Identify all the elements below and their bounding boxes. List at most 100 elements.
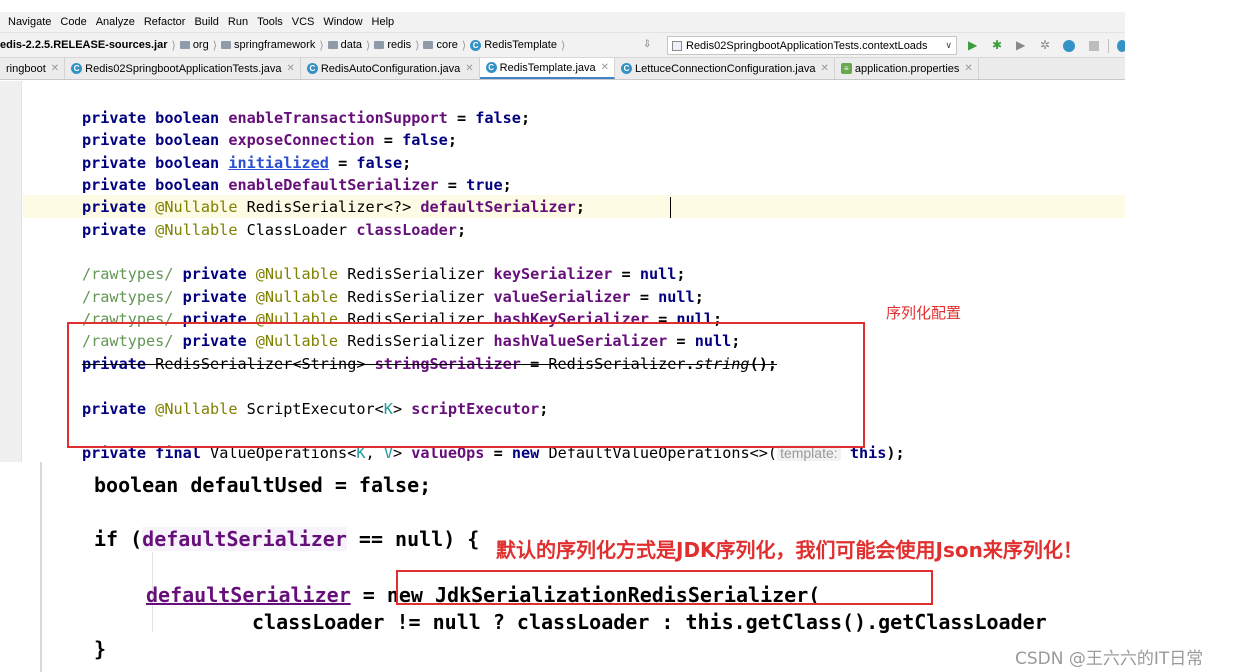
breadcrumb-label: redis	[387, 39, 412, 51]
keyword: private	[82, 109, 147, 127]
menu-vcs[interactable]: VCS	[292, 16, 315, 28]
breadcrumb-springframework[interactable]: springframework	[221, 39, 315, 51]
tab-label: Redis02SpringbootApplicationTests.java	[85, 62, 282, 75]
breadcrumb-label: RedisTemplate	[484, 39, 557, 51]
keyword: private	[82, 176, 147, 194]
field-name: classLoader	[356, 221, 457, 239]
highlight-box-serializers	[67, 322, 865, 448]
keyword-if: if (	[94, 527, 143, 551]
field-name-link[interactable]: initialized	[228, 154, 329, 172]
field-name: valueSerializer	[493, 288, 631, 306]
attach-debugger-icon[interactable]	[1063, 40, 1075, 52]
menu-run[interactable]: Run	[228, 16, 248, 28]
close-icon[interactable]: ✕	[964, 63, 972, 74]
tab-redis-template[interactable]: C RedisTemplate.java ✕	[479, 58, 616, 79]
stop-icon[interactable]	[1089, 41, 1099, 51]
breadcrumb-label: core	[436, 39, 458, 51]
field-name: defaultSerializer	[146, 583, 351, 607]
annotation-serialization-config: 序列化配置	[886, 304, 962, 322]
navigation-bar: edis-2.2.5.RELEASE-sources.jar ⟩ org ⟩ s…	[0, 32, 1125, 58]
type-name: RedisSerializer<?>	[246, 198, 412, 216]
tab-lettuce-connection-configuration[interactable]: C LettuceConnectionConfiguration.java ✕	[615, 58, 835, 79]
folder-icon	[327, 41, 338, 49]
keyword: boolean	[155, 176, 220, 194]
keyword: boolean	[155, 131, 220, 149]
code-line: private boolean enableTransactionSupport…	[82, 109, 531, 127]
close-icon[interactable]: ✕	[601, 62, 609, 73]
annotation: @Nullable	[155, 198, 238, 216]
breadcrumb-jar[interactable]: edis-2.2.5.RELEASE-sources.jar	[0, 39, 168, 51]
run-with-coverage-icon[interactable]: ▶	[1016, 38, 1025, 52]
tab-redis02-tests[interactable]: C Redis02SpringbootApplicationTests.java ✕	[65, 58, 301, 79]
sort-icon[interactable]: ⇩	[643, 39, 651, 50]
breadcrumb-data[interactable]: data	[327, 39, 362, 51]
search-everywhere-icon[interactable]	[1117, 40, 1125, 52]
menu-code[interactable]: Code	[60, 16, 86, 28]
code-line: private boolean enableDefaultSerializer …	[82, 176, 512, 194]
java-class-icon: C	[621, 63, 633, 74]
menu-tools[interactable]: Tools	[257, 16, 283, 28]
keyword: private	[182, 265, 247, 283]
keyword: private	[82, 198, 147, 216]
breadcrumb-separator: ⟩	[171, 39, 176, 52]
breadcrumb-separator: ⟩	[319, 39, 324, 52]
snippet-line: }	[94, 637, 107, 661]
field-name: defaultSerializer	[142, 527, 347, 551]
annotation: @Nullable	[255, 265, 339, 283]
tab-label: LettuceConnectionConfiguration.java	[635, 62, 816, 75]
tab-label: RedisAutoConfiguration.java	[320, 62, 461, 75]
code-line: /rawtypes/ private @Nullable RedisSerial…	[82, 288, 704, 306]
annotation-default-jdk-serialization: 默认的序列化方式是JDK序列化，我们可能会使用Json来序列化！	[496, 538, 1083, 562]
tab-springboot[interactable]: ringboot ✕	[0, 58, 66, 79]
breadcrumb-core[interactable]: core	[423, 39, 458, 51]
editor-gutter	[0, 81, 22, 462]
code-line: /rawtypes/ private @Nullable RedisSerial…	[82, 265, 686, 283]
field-name: keySerializer	[493, 265, 613, 283]
breadcrumb-label: springframework	[234, 39, 316, 51]
close-icon[interactable]: ✕	[820, 63, 828, 74]
snippet-line: if (defaultSerializer == null) {	[94, 526, 479, 552]
folder-icon	[221, 41, 232, 49]
ide-window: Navigate Code Analyze Refactor Build Run…	[0, 0, 1125, 462]
menu-analyze[interactable]: Analyze	[96, 16, 135, 28]
code-line: private @Nullable ClassLoader classLoade…	[82, 221, 467, 239]
run-configuration-select[interactable]: Redis02SpringbootApplicationTests.contex…	[667, 36, 957, 55]
watermark: CSDN @王六六的IT日常	[1015, 649, 1204, 669]
close-icon[interactable]: ✕	[51, 63, 59, 74]
breadcrumb-label: org	[192, 39, 209, 51]
keyword: false	[356, 154, 403, 172]
tab-application-properties[interactable]: ≡ application.properties ✕	[835, 58, 979, 79]
editor-tabs: ringboot ✕ C Redis02SpringbootApplicationT…	[0, 58, 1125, 80]
debug-icon[interactable]: ✱	[992, 38, 1002, 52]
comment: /rawtypes/	[82, 288, 174, 306]
field-name: defaultSerializer	[420, 198, 576, 216]
java-class-icon: C	[485, 62, 497, 73]
type-name: RedisSerializer	[347, 265, 485, 283]
tab-label: application.properties	[854, 62, 960, 75]
test-config-icon	[672, 40, 682, 51]
profile-icon[interactable]: ✲	[1040, 38, 1050, 52]
menu-window[interactable]: Window	[323, 16, 362, 28]
close-icon[interactable]: ✕	[465, 63, 473, 74]
run-configuration-label: Redis02SpringbootApplicationTests.contex…	[686, 39, 928, 52]
tab-redis-auto-configuration[interactable]: C RedisAutoConfiguration.java ✕	[301, 58, 480, 79]
close-icon[interactable]: ✕	[286, 63, 294, 74]
breadcrumb-redis[interactable]: redis	[374, 39, 411, 51]
folder-icon	[179, 41, 190, 49]
properties-file-icon: ≡	[840, 63, 852, 74]
keyword: false	[475, 109, 521, 127]
run-icon[interactable]: ▶	[968, 38, 977, 52]
menu-help[interactable]: Help	[372, 16, 395, 28]
menu-build[interactable]: Build	[194, 16, 218, 28]
code-editor[interactable]: private boolean enableTransactionSupport…	[0, 81, 1125, 462]
keyword: private	[82, 221, 147, 239]
code-fragment: == null) {	[346, 527, 480, 551]
toolbar-divider	[1108, 39, 1109, 53]
breadcrumb-org[interactable]: org	[179, 39, 209, 51]
menu-refactor[interactable]: Refactor	[144, 16, 186, 28]
keyword: private	[182, 288, 247, 306]
menu-navigate[interactable]: Navigate	[8, 16, 51, 28]
breadcrumb-redistemplate[interactable]: C RedisTemplate	[470, 39, 557, 51]
folder-icon	[374, 41, 385, 49]
highlight-box-jdk-serializer	[396, 570, 933, 605]
